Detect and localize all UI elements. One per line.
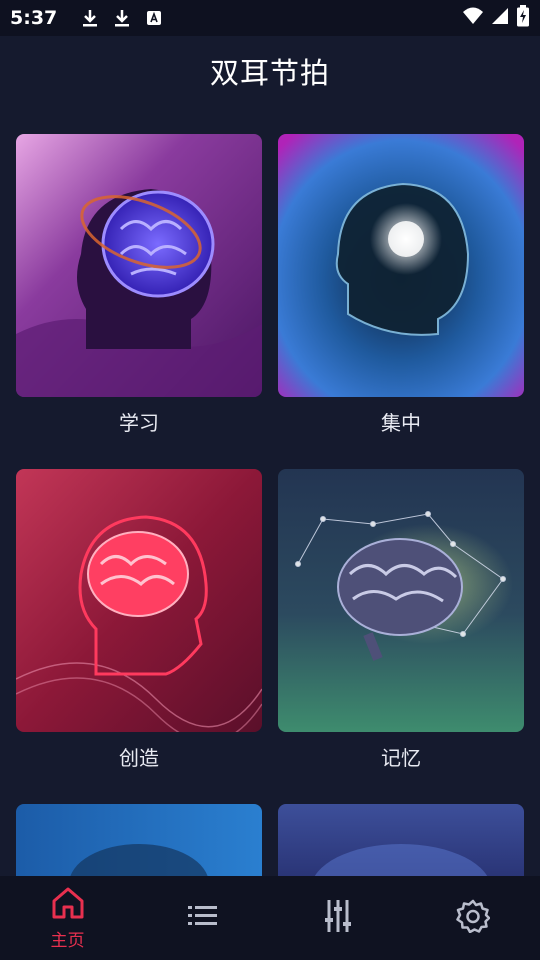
nav-list[interactable] bbox=[135, 876, 270, 960]
card-study[interactable] bbox=[16, 134, 262, 397]
card-memory[interactable] bbox=[278, 469, 524, 732]
card-row3-right[interactable] bbox=[278, 804, 524, 876]
memory-brain-image bbox=[278, 469, 524, 732]
card-row3-left-image bbox=[16, 804, 262, 876]
list-icon bbox=[187, 904, 218, 932]
download-icon-2 bbox=[111, 7, 133, 29]
page-title: 双耳节拍 bbox=[209, 56, 330, 90]
card-row3-right-image bbox=[278, 804, 524, 876]
status-right-icons bbox=[462, 5, 530, 31]
nav-settings[interactable] bbox=[405, 876, 540, 960]
nav-home[interactable]: 主页 bbox=[0, 876, 135, 960]
focus-head-image bbox=[278, 134, 524, 397]
card-row3-left[interactable] bbox=[16, 804, 262, 876]
card-study-label: 学习 bbox=[119, 411, 159, 435]
keyboard-a-icon bbox=[143, 7, 165, 29]
signal-icon bbox=[490, 6, 510, 30]
nav-equalizer[interactable] bbox=[270, 876, 405, 960]
card-creativity-label: 创造 bbox=[119, 746, 159, 770]
card-creativity[interactable] bbox=[16, 469, 262, 732]
creativity-brain-image bbox=[16, 469, 262, 732]
settings-gear-icon bbox=[455, 899, 490, 937]
nav-home-label: 主页 bbox=[50, 930, 85, 951]
download-icon bbox=[79, 7, 101, 29]
bottom-nav: 主页 bbox=[0, 876, 540, 960]
card-focus[interactable] bbox=[278, 134, 524, 397]
home-icon bbox=[50, 886, 86, 924]
wifi-icon bbox=[462, 6, 484, 30]
battery-charging-icon bbox=[516, 5, 530, 31]
card-memory-label: 记忆 bbox=[381, 746, 421, 770]
study-brain-image bbox=[16, 134, 262, 397]
status-bar: 5:37 bbox=[0, 0, 540, 36]
card-focus-label: 集中 bbox=[381, 411, 421, 435]
equalizer-icon bbox=[324, 898, 352, 938]
status-time: 5:37 bbox=[10, 7, 58, 29]
